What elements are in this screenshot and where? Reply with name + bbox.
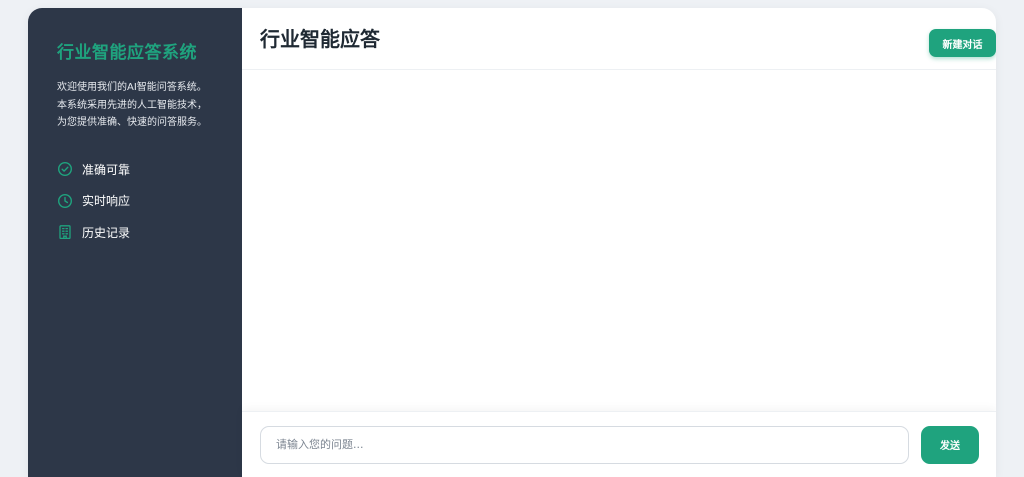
feature-label: 实时响应: [82, 194, 131, 209]
feature-item-accurate: 准确可靠: [57, 154, 214, 186]
check-circle-icon: [57, 161, 73, 177]
building-icon: [57, 224, 73, 240]
feature-list: 准确可靠 实时响应 历史记录: [57, 154, 214, 249]
composer: 发送: [242, 411, 996, 477]
feature-item-history[interactable]: 历史记录: [57, 217, 214, 249]
message-area[interactable]: [242, 70, 996, 411]
question-input[interactable]: [260, 425, 909, 464]
intro-line: 欢迎使用我们的AI智能问答系统。: [57, 82, 207, 93]
chat-header: 行业智能应答 新建对话: [242, 8, 996, 70]
sidebar: 行业智能应答系统 欢迎使用我们的AI智能问答系统。 本系统采用先进的人工智能技术…: [28, 8, 242, 477]
app-window: 行业智能应答系统 欢迎使用我们的AI智能问答系统。 本系统采用先进的人工智能技术…: [28, 8, 996, 477]
feature-item-realtime: 实时响应: [57, 185, 214, 217]
send-button[interactable]: 发送: [921, 425, 979, 464]
intro-text: 欢迎使用我们的AI智能问答系统。 本系统采用先进的人工智能技术， 为您提供准确、…: [57, 79, 214, 132]
clock-icon: [57, 193, 73, 209]
feature-label: 准确可靠: [82, 162, 131, 177]
brand-title: 行业智能应答系统: [57, 43, 197, 63]
feature-label: 历史记录: [82, 225, 131, 240]
intro-line: 本系统采用先进的人工智能技术，: [57, 99, 207, 111]
intro-line: 为您提供准确、快速的问答服务。: [57, 117, 207, 128]
new-chat-button[interactable]: 新建对话: [929, 29, 996, 57]
page-title: 行业智能应答: [260, 27, 380, 51]
chat-panel: 行业智能应答 新建对话 发送: [242, 8, 996, 477]
